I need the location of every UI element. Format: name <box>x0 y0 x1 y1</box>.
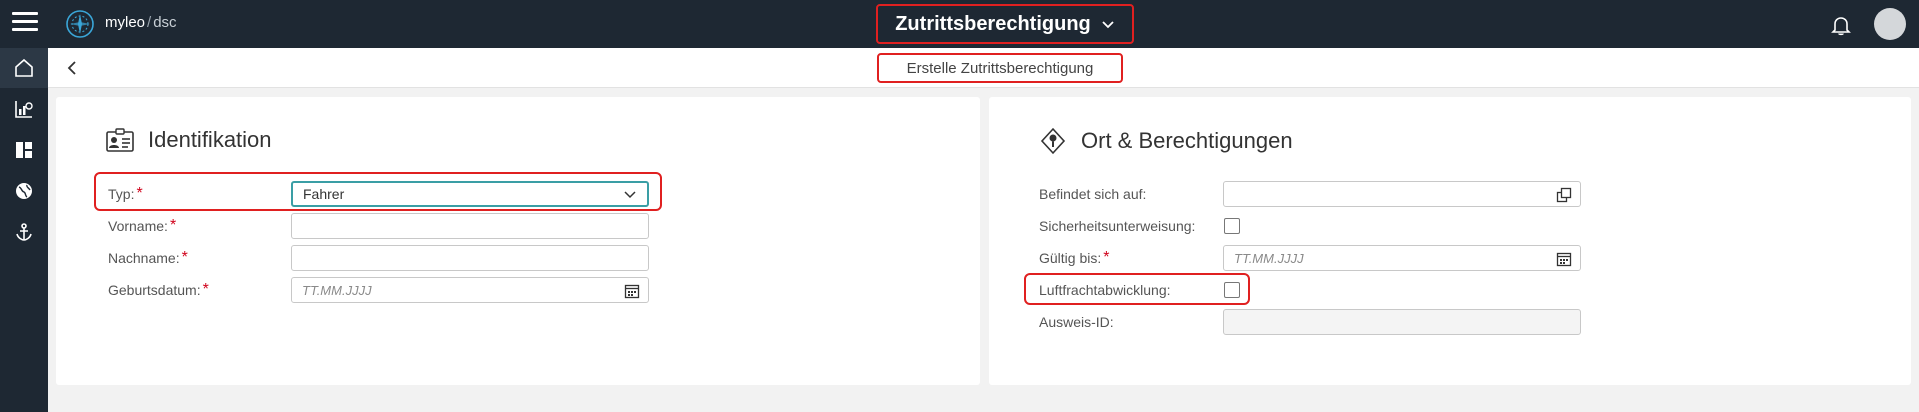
calendar-icon[interactable] <box>624 283 640 299</box>
nav-globe[interactable] <box>0 171 48 211</box>
typ-highlight <box>94 172 662 211</box>
brand-separator: / <box>147 14 152 31</box>
dashboard-icon <box>16 142 32 158</box>
hamburger-menu-icon[interactable] <box>12 12 38 34</box>
vorname-input[interactable] <box>291 213 649 239</box>
sicherheit-label: Sicherheitsunterweisung: <box>1039 218 1196 234</box>
geburtsdatum-label: Geburtsdatum: <box>108 282 201 298</box>
page-subtitle: Erstelle Zutrittsberechtigung <box>877 53 1123 83</box>
required-marker: * <box>202 281 209 298</box>
home-icon <box>15 58 33 77</box>
sicherheit-checkbox[interactable] <box>1224 218 1240 234</box>
gueltig-placeholder: TT.MM.JJJJ <box>1234 250 1304 266</box>
nav-home[interactable] <box>0 48 48 88</box>
required-marker: * <box>181 249 188 266</box>
nav-analytics[interactable] <box>0 89 48 129</box>
myleo-logo-icon <box>66 10 94 38</box>
brand-primary: myleo <box>105 14 146 31</box>
nav-anchor[interactable] <box>0 212 48 252</box>
required-marker: * <box>169 217 177 234</box>
location-title: Ort & Berechtigungen <box>1081 128 1293 153</box>
vorname-label: Vorname: <box>108 218 168 234</box>
sub-header: Erstelle Zutrittsberechtigung <box>48 48 1919 88</box>
identification-panel: Identifikation Typ: * Fahrer Vorname: * Na… <box>56 97 980 385</box>
nav-dashboard[interactable] <box>0 130 48 170</box>
ausweis-id-input <box>1223 309 1581 335</box>
analytics-icon <box>15 101 33 118</box>
globe-icon <box>16 183 32 199</box>
brand-sub: dsc <box>153 14 177 31</box>
befindet-input[interactable] <box>1223 181 1581 207</box>
open-popup-icon[interactable] <box>1556 187 1572 203</box>
gueltig-label: Gültig bis: <box>1039 250 1102 266</box>
top-bar: myleo / dsc Zutrittsberechtigung <box>0 0 1919 48</box>
vorname-label-row: Vorname: * <box>108 213 176 239</box>
geburtsdatum-label-row: Geburtsdatum: * <box>108 277 209 303</box>
gueltig-input[interactable]: TT.MM.JJJJ <box>1223 245 1581 271</box>
identification-header: Identifikation <box>106 127 272 153</box>
module-title: Zutrittsberechtigung <box>895 12 1091 35</box>
module-title-dropdown[interactable]: Zutrittsberechtigung <box>876 4 1134 44</box>
chevron-down-icon <box>1102 21 1114 29</box>
ausweis-label: Ausweis-ID: <box>1039 314 1114 330</box>
location-permissions-panel: Ort & Berechtigungen Befindet sich auf: … <box>989 97 1911 385</box>
nachname-label-row: Nachname: * <box>108 245 188 271</box>
geburtsdatum-input[interactable]: TT.MM.JJJJ <box>291 277 649 303</box>
location-header: Ort & Berechtigungen <box>1039 127 1293 155</box>
ausweis-label-row: Ausweis-ID: <box>1039 309 1114 335</box>
required-marker: * <box>1103 249 1110 266</box>
side-navigation <box>0 48 48 412</box>
befindet-label: Befindet sich auf: <box>1039 186 1147 202</box>
bell-icon[interactable] <box>1830 14 1852 36</box>
luftfracht-highlight <box>1024 273 1250 305</box>
brand-name: myleo / dsc <box>105 14 177 31</box>
anchor-icon <box>16 223 32 241</box>
calendar-icon[interactable] <box>1556 251 1572 267</box>
user-avatar[interactable] <box>1874 8 1906 40</box>
identification-title: Identifikation <box>148 127 272 152</box>
sicherheit-label-row: Sicherheitsunterweisung: <box>1039 213 1195 239</box>
befindet-label-row: Befindet sich auf: <box>1039 181 1146 207</box>
back-arrow-icon[interactable] <box>62 58 82 78</box>
geburtsdatum-placeholder: TT.MM.JJJJ <box>302 282 372 298</box>
nachname-label: Nachname: <box>108 250 180 266</box>
location-pin-icon <box>1040 127 1066 155</box>
id-card-icon <box>106 128 134 152</box>
gueltig-label-row: Gültig bis: * <box>1039 245 1109 271</box>
nachname-input[interactable] <box>291 245 649 271</box>
